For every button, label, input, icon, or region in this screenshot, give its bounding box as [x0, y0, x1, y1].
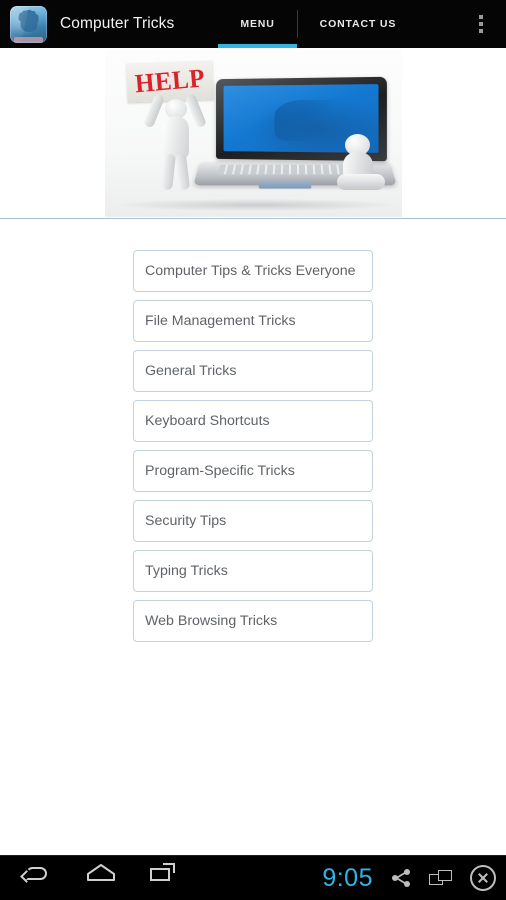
list-item-label: Web Browsing Tricks [145, 613, 278, 629]
list-item-label: General Tricks [145, 363, 237, 379]
list-item-label: Security Tips [145, 513, 227, 529]
close-circle-icon[interactable] [470, 865, 496, 891]
overflow-menu-icon[interactable] [468, 4, 494, 44]
sitting-figure-legs [336, 174, 385, 190]
tab-menu[interactable]: MENU [218, 0, 298, 48]
figure-left-arm [142, 93, 165, 129]
home-icon[interactable] [86, 863, 116, 893]
app-header-bar: Computer Tricks MENU CONTACT US [0, 0, 506, 50]
tab-contact-us[interactable]: CONTACT US [298, 0, 419, 48]
list-item-label: Program-Specific Tricks [145, 463, 295, 479]
system-nav-left-group [20, 863, 180, 893]
icon-base-strip [14, 36, 43, 43]
list-item-label: Typing Tricks [145, 563, 228, 579]
hero-banner-image: HELP [104, 50, 402, 217]
hero-banner-container: HELP [0, 48, 506, 218]
hand-palm-app-icon [10, 5, 47, 43]
recent-apps-glyph [150, 863, 178, 883]
list-item[interactable]: Keyboard Shortcuts [133, 400, 373, 442]
figure-right-leg [174, 153, 190, 191]
content-divider [0, 218, 506, 219]
list-item[interactable]: Web Browsing Tricks [133, 600, 373, 642]
home-glyph [86, 863, 116, 881]
figure-left-leg [160, 153, 176, 191]
window-resize-icon[interactable] [429, 868, 453, 888]
overflow-dot [479, 22, 483, 26]
app-window: Computer Tricks MENU CONTACT US HELP Com… [0, 0, 506, 900]
back-arrow-icon[interactable] [20, 863, 52, 893]
laptop-trackpad [258, 180, 311, 189]
list-item[interactable]: Computer Tips & Tricks Everyone [133, 250, 373, 292]
hero-ground-shadow [116, 199, 394, 211]
header-tabs: MENU CONTACT US [218, 0, 418, 48]
list-item[interactable]: Typing Tricks [133, 550, 373, 592]
tab-contact-us-label: CONTACT US [319, 18, 397, 30]
page-title: Computer Tricks [60, 15, 175, 32]
list-item-label: Keyboard Shortcuts [145, 413, 270, 429]
status-clock: 9:05 [322, 863, 373, 892]
list-item[interactable]: Security Tips [133, 500, 373, 542]
back-arrow-glyph [20, 863, 50, 883]
system-navigation-bar: 9:05 [0, 855, 506, 900]
list-item[interactable]: File Management Tricks [133, 300, 373, 342]
tab-menu-label: MENU [240, 18, 275, 30]
recents-rect-back [163, 863, 175, 873]
overflow-dot [479, 15, 483, 19]
sitting-figure [331, 134, 389, 196]
share-icon[interactable] [390, 867, 412, 889]
list-item[interactable]: General Tricks [133, 350, 373, 392]
category-menu-list: Computer Tips & Tricks Everyone File Man… [0, 219, 506, 642]
overflow-dot [479, 29, 483, 33]
list-item[interactable]: Program-Specific Tricks [133, 450, 373, 492]
list-item-label: File Management Tricks [145, 313, 296, 329]
window-rect-back [438, 870, 452, 881]
recent-apps-icon[interactable] [150, 863, 180, 893]
figure-body [162, 116, 189, 160]
page-content: HELP Computer Tips & Tricks Everyone Fil… [0, 48, 506, 855]
list-item-label: Computer Tips & Tricks Everyone [145, 263, 356, 279]
system-status-group: 9:05 [322, 865, 496, 891]
